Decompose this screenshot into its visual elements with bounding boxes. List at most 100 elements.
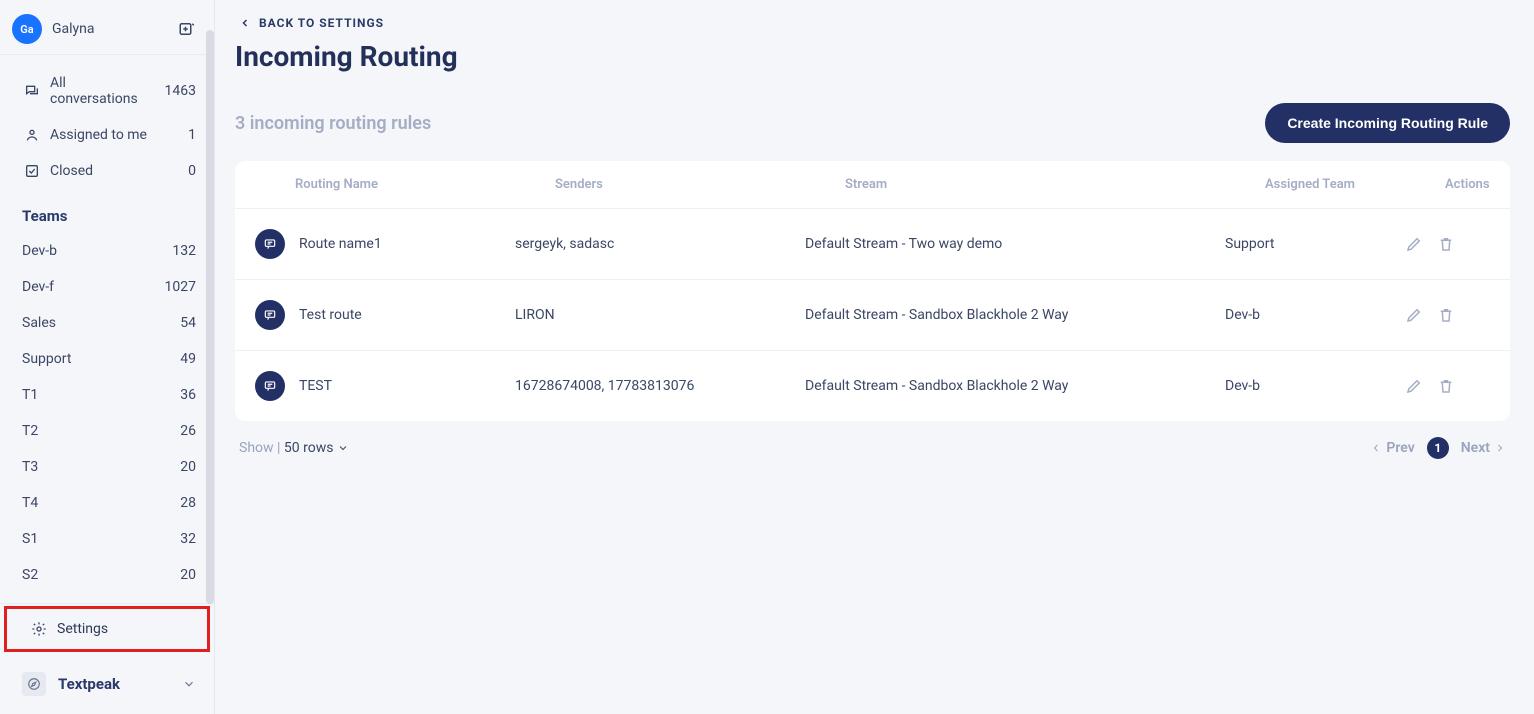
rules-count: 3 incoming routing rules [235,113,431,134]
team-count: 20 [180,567,196,583]
edit-icon[interactable] [1405,306,1423,324]
routing-table: Routing Name Senders Stream Assigned Tea… [235,161,1510,421]
prev-button[interactable]: Prev [1370,440,1414,456]
team-count: 26 [180,423,196,439]
user-name: Galyna [52,21,95,37]
workspace-switcher[interactable]: Textpeak [0,654,214,714]
next-label: Next [1461,440,1490,456]
nav-closed[interactable]: Closed 0 [0,153,214,189]
page-number[interactable]: 1 [1427,437,1449,459]
team-name: Dev-b [22,243,57,259]
delete-icon[interactable] [1437,235,1455,253]
message-icon [263,379,277,393]
settings-link[interactable]: Settings [4,606,210,652]
team-item[interactable]: T2 26 [0,413,214,449]
next-button[interactable]: Next [1461,440,1506,456]
team-name: T2 [22,423,38,439]
back-to-settings[interactable]: BACK TO SETTINGS [235,12,1510,40]
teams-header: Teams [0,189,214,233]
nav-label: All conversations [50,75,155,107]
route-stream: Default Stream - Sandbox Blackhole 2 Way [805,307,1225,323]
team-item[interactable]: T1 36 [0,377,214,413]
route-team: Dev-b [1225,378,1405,394]
nav-count: 0 [188,163,196,179]
team-item[interactable]: T4 28 [0,485,214,521]
settings-label: Settings [57,621,108,637]
delete-icon[interactable] [1437,306,1455,324]
route-icon [255,229,285,259]
nav-label: Assigned to me [50,127,147,143]
check-square-icon [24,163,40,179]
route-senders: sergeyk, sadasc [515,236,805,252]
rows-per-page: Show | 50 rows [239,440,349,456]
nav-label: Closed [50,163,93,179]
teams-list: Dev-b132 Dev-f 1027 Sales54 Support49 T1 3… [0,233,214,593]
route-senders: LIRON [515,307,805,323]
table-row: TEST 16728674008, 17783813076 Default St… [235,350,1510,421]
team-name: T4 [22,495,38,511]
route-team: Dev-b [1225,307,1405,323]
team-name: Support [22,351,71,367]
col-stream: Stream [845,177,1265,192]
route-icon [255,371,285,401]
rows-value: 50 rows [284,440,334,456]
table-footer: Show | 50 rows Prev 1 Next [235,421,1510,459]
edit-icon[interactable] [1405,235,1423,253]
col-actions: Actions [1445,177,1510,192]
show-label: Show [239,440,274,456]
sidebar-scrollbar[interactable] [206,30,214,604]
team-count: 54 [180,315,196,331]
sidebar-body: All conversations 1463 Assigned to me 1 … [0,55,214,603]
sidebar-footer: Settings Textpeak [0,603,214,714]
main-content: BACK TO SETTINGS Incoming Routing 3 inco… [215,0,1534,714]
nav-all-conversations[interactable]: All conversations 1463 [0,65,214,117]
message-icon [263,237,277,251]
compose-icon [178,20,196,38]
table-header: Routing Name Senders Stream Assigned Tea… [235,161,1510,208]
team-item[interactable]: Sales54 [0,305,214,341]
team-item[interactable]: S1 32 [0,521,214,557]
chevron-left-icon [1370,442,1382,454]
delete-icon[interactable] [1437,377,1455,395]
chevron-down-icon [182,677,196,691]
chevron-right-icon [1494,442,1506,454]
workspace-logo [22,672,46,696]
sidebar: Ga Galyna All conversations 1463 Assigne… [0,0,215,714]
nav-count: 1463 [165,83,196,99]
chat-icon [24,83,40,99]
nav-assigned-to-me[interactable]: Assigned to me 1 [0,117,214,153]
route-name: TEST [299,378,332,394]
route-senders: 16728674008, 17783813076 [515,378,805,394]
team-item[interactable]: Dev-b132 [0,233,214,269]
edit-icon[interactable] [1405,377,1423,395]
team-item[interactable]: Dev-f 1027 [0,269,214,305]
team-item[interactable]: S220 [0,557,214,593]
team-item[interactable]: Support49 [0,341,214,377]
page-title: Incoming Routing [235,40,1510,73]
workspace-name: Textpeak [58,675,120,693]
team-count: 28 [180,495,196,511]
user-icon [24,127,40,143]
pagination: Prev 1 Next [1370,437,1506,459]
route-stream: Default Stream - Two way demo [805,236,1225,252]
team-count: 36 [180,387,196,403]
team-name: S1 [22,531,38,547]
message-icon [263,308,277,322]
compose-button[interactable] [176,18,198,40]
team-item[interactable]: T320 [0,449,214,485]
team-count: 1027 [165,279,196,295]
subheader-row: 3 incoming routing rules Create Incoming… [235,103,1510,143]
route-icon [255,300,285,330]
team-count: 32 [180,531,196,547]
create-routing-rule-button[interactable]: Create Incoming Routing Rule [1265,103,1510,143]
avatar[interactable]: Ga [12,14,42,44]
chevron-left-icon [239,17,251,29]
gear-icon [31,621,47,637]
team-name: Dev-f [22,279,54,295]
compass-icon [27,677,41,691]
col-routing-name: Routing Name [295,177,555,192]
rows-select[interactable]: 50 rows [284,440,350,456]
team-count: 20 [180,459,196,475]
team-name: T1 [22,387,38,403]
col-assigned-team: Assigned Team [1265,177,1445,192]
